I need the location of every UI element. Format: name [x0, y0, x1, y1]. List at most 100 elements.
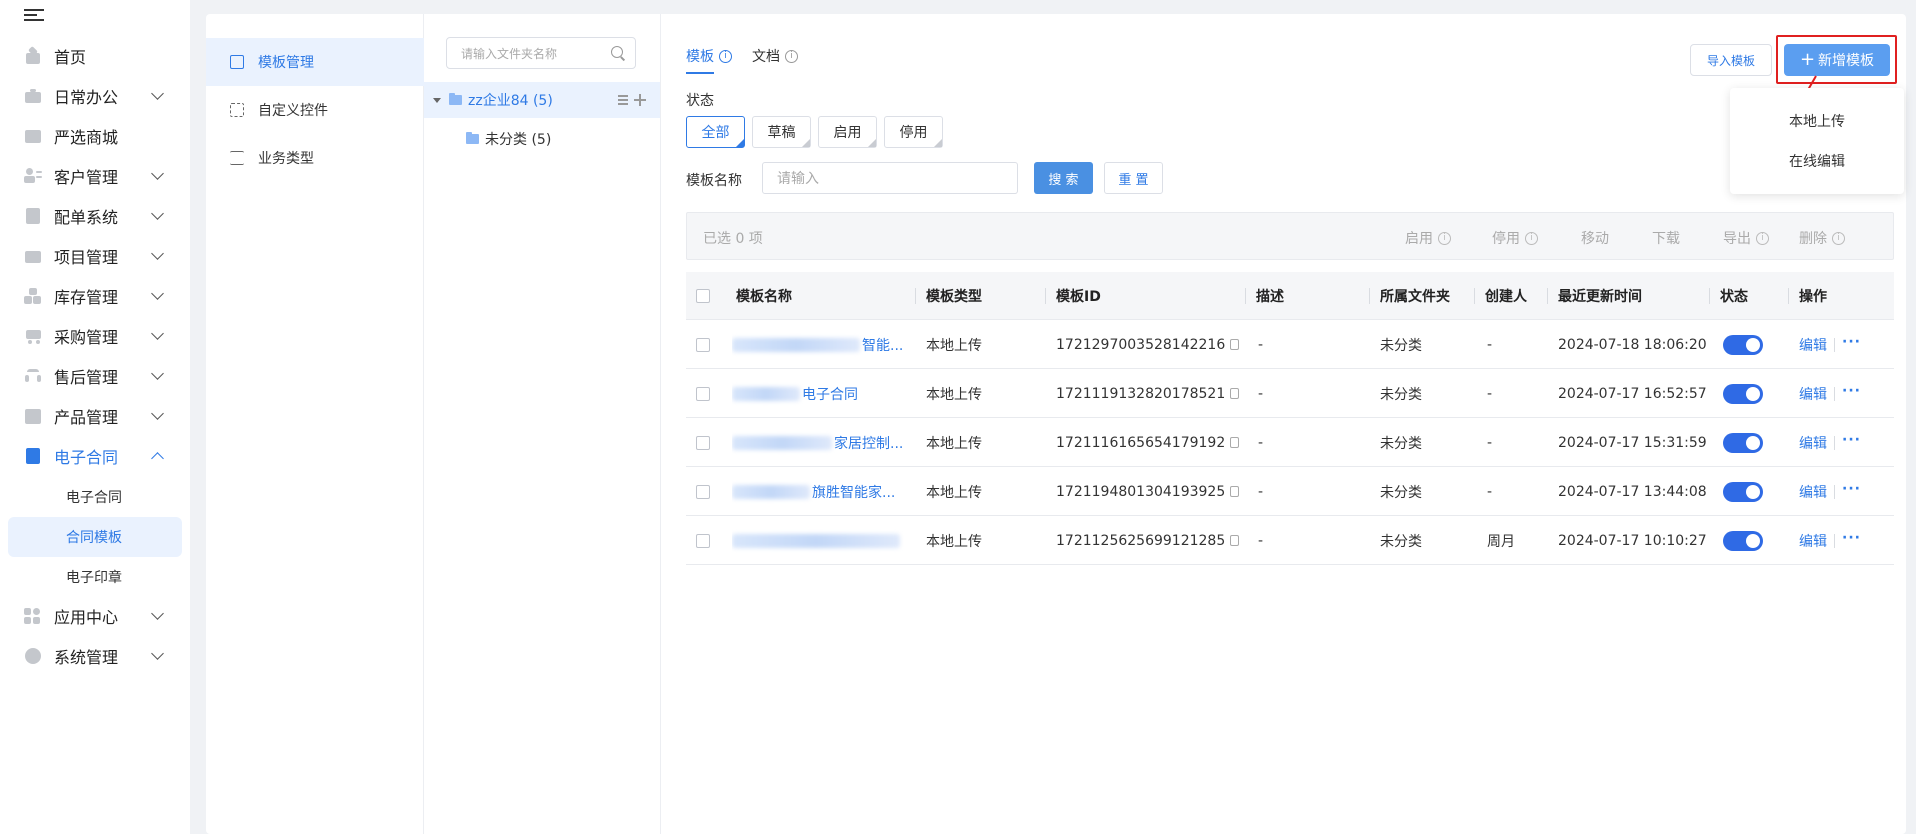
nav-business-type[interactable]: 业务类型	[206, 134, 424, 182]
checkbox[interactable]	[696, 533, 710, 548]
nav-template-management[interactable]: 模板管理	[206, 38, 424, 86]
sidebar-sub-e-seal[interactable]: 电子印章	[8, 557, 182, 597]
copy-icon[interactable]	[1230, 437, 1240, 448]
template-name-placeholder: 请输入	[777, 171, 819, 187]
sidebar-sub-contract-template[interactable]: 合同模板	[8, 517, 182, 557]
description: -	[1258, 483, 1264, 500]
divider	[1834, 533, 1835, 548]
edit-link[interactable]: 编辑	[1799, 335, 1827, 355]
sidebar-item-system[interactable]: 系统管理	[8, 638, 182, 674]
bulk-move-button[interactable]: 移动	[1581, 228, 1609, 248]
dropdown-online-edit[interactable]: 在线编辑	[1730, 141, 1904, 181]
more-icon[interactable]: ···	[1842, 481, 1861, 497]
info-icon[interactable]: i	[719, 49, 732, 63]
folder-root[interactable]: zz企业84 (5)	[424, 82, 660, 118]
row-checkbox[interactable]	[696, 418, 710, 467]
table-header: 模板名称 模板类型 模板ID 描述 所属文件夹 创建人 最近更新时间 状态 操作	[686, 272, 1894, 320]
info-icon[interactable]: i	[785, 49, 798, 63]
checkbox[interactable]	[696, 484, 710, 499]
sidebar-item-project[interactable]: 项目管理	[8, 238, 182, 274]
row-checkbox[interactable]	[696, 516, 710, 565]
bulk-download-button[interactable]: 下载	[1652, 228, 1680, 248]
folder-search-input[interactable]: 请输入文件夹名称	[446, 37, 636, 69]
caret-down-icon[interactable]	[433, 97, 441, 103]
checkbox[interactable]	[696, 289, 710, 303]
more-icon[interactable]: ···	[1842, 334, 1861, 350]
sidebar-item-home[interactable]: 首页	[8, 38, 182, 74]
sidebar-item-order-system[interactable]: 配单系统	[8, 198, 182, 234]
sidebar-item-after-sales[interactable]: 售后管理	[8, 358, 182, 394]
divider	[1834, 386, 1835, 401]
reset-button[interactable]: 重 置	[1104, 162, 1163, 194]
status-filter-enabled[interactable]: 启用	[818, 116, 877, 148]
row-checkbox[interactable]	[696, 467, 710, 516]
copy-icon[interactable]	[1230, 486, 1240, 497]
status-toggle[interactable]	[1723, 432, 1763, 453]
template-name-link[interactable]: 智能...	[732, 320, 908, 369]
edit-link[interactable]: 编辑	[1799, 384, 1827, 404]
edit-link[interactable]: 编辑	[1799, 433, 1827, 453]
sidebar-item-store[interactable]: 严选商城	[8, 118, 182, 154]
template-name-input[interactable]: 请输入	[762, 162, 1018, 194]
search-icon[interactable]	[611, 46, 625, 60]
template-name-link[interactable]: 旗胜智能家...	[732, 467, 908, 516]
description: -	[1258, 336, 1264, 353]
more-icon[interactable]: ···	[1842, 530, 1861, 546]
status-toggle[interactable]	[1723, 383, 1763, 404]
add-template-button[interactable]: + 新增模板	[1784, 44, 1890, 76]
status-toggle[interactable]	[1723, 481, 1763, 502]
sidebar-item-label: 应用中心	[54, 608, 119, 627]
edit-link[interactable]: 编辑	[1799, 482, 1827, 502]
copy-icon[interactable]	[1230, 339, 1240, 350]
content-card: 模板管理 自定义控件 业务类型 请输入文件夹名称 zz企业84 (5) 未分类 …	[206, 14, 1906, 834]
tab-document[interactable]: 文档 i	[752, 44, 798, 68]
dropdown-local-upload[interactable]: 本地上传	[1730, 101, 1904, 141]
cart-icon	[24, 328, 42, 344]
folder-tree: 请输入文件夹名称 zz企业84 (5) 未分类 (5)	[424, 14, 661, 834]
sidebar-item-inventory[interactable]: 库存管理	[8, 278, 182, 314]
info-icon: i	[1438, 231, 1451, 245]
sidebar-item-e-contract[interactable]: 电子合同	[8, 438, 182, 474]
more-icon[interactable]: ···	[1842, 432, 1861, 448]
add-folder-icon[interactable]	[634, 94, 646, 106]
row-checkbox[interactable]	[696, 369, 710, 418]
checkbox[interactable]	[696, 337, 710, 352]
bulk-disable-button[interactable]: 停用 i	[1492, 228, 1538, 248]
sidebar-item-daily-office[interactable]: 日常办公	[8, 78, 182, 114]
template-type: 本地上传	[926, 533, 982, 550]
import-template-button[interactable]: 导入模板	[1690, 44, 1772, 76]
template-name-link[interactable]: 家居控制...	[732, 418, 908, 467]
more-icon[interactable]: ···	[1842, 383, 1861, 399]
sidebar-item-app-center[interactable]: 应用中心	[8, 598, 182, 634]
tab-template[interactable]: 模板 i	[686, 44, 732, 74]
select-all-checkbox[interactable]	[696, 272, 710, 320]
status-filter-all[interactable]: 全部	[686, 116, 745, 148]
status-filter-disabled[interactable]: 停用	[884, 116, 943, 148]
sidebar-item-product[interactable]: 产品管理	[8, 398, 182, 434]
sidebar-item-customer[interactable]: 客户管理	[8, 158, 182, 194]
nav-custom-controls[interactable]: 自定义控件	[206, 86, 424, 134]
sidebar-sub-e-contract[interactable]: 电子合同	[8, 477, 182, 517]
bulk-enable-button[interactable]: 启用 i	[1405, 228, 1451, 248]
template-id-text: 1721125625699121285	[1056, 532, 1226, 549]
row-checkbox[interactable]	[696, 320, 710, 369]
menu-collapse-icon[interactable]	[24, 6, 44, 26]
bulk-action-label: 停用	[1492, 231, 1520, 247]
status-filter-draft[interactable]: 草稿	[752, 116, 811, 148]
sort-icon[interactable]	[614, 94, 628, 106]
folder-item-uncategorized[interactable]: 未分类 (5)	[424, 122, 660, 156]
template-nav: 模板管理 自定义控件 业务类型	[206, 14, 424, 834]
edit-link[interactable]: 编辑	[1799, 531, 1827, 551]
sidebar-item-purchase[interactable]: 采购管理	[8, 318, 182, 354]
copy-icon[interactable]	[1230, 388, 1240, 399]
template-name-link[interactable]	[732, 516, 908, 565]
template-name-link[interactable]: 电子合同	[732, 369, 908, 418]
checkbox[interactable]	[696, 435, 710, 450]
bulk-export-button[interactable]: 导出 i	[1723, 228, 1769, 248]
search-button[interactable]: 搜 索	[1034, 162, 1093, 194]
status-toggle[interactable]	[1723, 530, 1763, 551]
copy-icon[interactable]	[1230, 535, 1240, 546]
status-toggle[interactable]	[1723, 334, 1763, 355]
bulk-delete-button[interactable]: 删除 i	[1799, 228, 1845, 248]
checkbox[interactable]	[696, 386, 710, 401]
